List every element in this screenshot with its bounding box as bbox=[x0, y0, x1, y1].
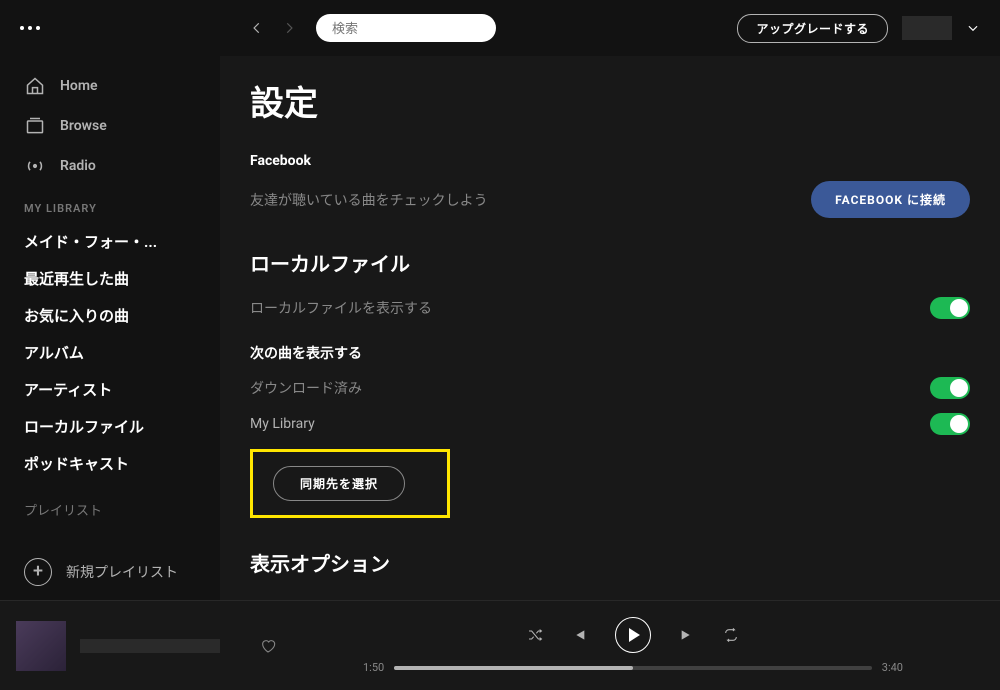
user-badge[interactable] bbox=[902, 16, 952, 40]
lib-local-files[interactable]: ローカルファイル bbox=[0, 408, 220, 445]
sidebar-item-label: Home bbox=[60, 78, 98, 94]
like-button[interactable] bbox=[260, 638, 276, 654]
lib-liked-songs[interactable]: お気に入りの曲 bbox=[0, 297, 220, 334]
play-icon bbox=[629, 628, 640, 642]
shuffle-icon[interactable] bbox=[527, 627, 543, 643]
plus-icon: + bbox=[24, 558, 52, 586]
settings-page: 設定 Facebook 友達が聴いている曲をチェックしよう FACEBOOK に… bbox=[220, 56, 1000, 600]
search-input[interactable] bbox=[316, 14, 496, 42]
album-art[interactable] bbox=[16, 621, 66, 671]
next-track-icon[interactable] bbox=[679, 627, 695, 643]
sidebar-item-label: Browse bbox=[60, 118, 107, 134]
sidebar-item-home[interactable]: Home bbox=[0, 66, 220, 106]
previous-track-icon[interactable] bbox=[571, 627, 587, 643]
downloaded-label: ダウンロード済み bbox=[250, 378, 362, 398]
sync-highlight: 同期先を選択 bbox=[250, 449, 450, 518]
lib-artists[interactable]: アーティスト bbox=[0, 371, 220, 408]
library-section-title: MY LIBRARY bbox=[0, 186, 220, 223]
track-title[interactable] bbox=[80, 639, 220, 653]
facebook-desc: 友達が聴いている曲をチェックしよう bbox=[250, 190, 488, 210]
sidebar-item-browse[interactable]: Browse bbox=[0, 106, 220, 146]
nav-back-icon[interactable] bbox=[250, 21, 264, 35]
show-local-files-toggle[interactable] bbox=[930, 297, 970, 319]
my-library-toggle[interactable] bbox=[930, 413, 970, 435]
browse-icon bbox=[24, 116, 46, 136]
elapsed-time: 1:50 bbox=[363, 661, 384, 674]
play-button[interactable] bbox=[615, 617, 651, 653]
upgrade-button[interactable]: アップグレードする bbox=[737, 14, 888, 43]
select-sync-target-button[interactable]: 同期先を選択 bbox=[273, 466, 405, 501]
playlist-section-title[interactable]: プレイリスト bbox=[0, 482, 220, 527]
lib-recently-played[interactable]: 最近再生した曲 bbox=[0, 260, 220, 297]
sidebar-item-label: Radio bbox=[60, 158, 96, 174]
local-files-heading: ローカルファイル bbox=[250, 248, 970, 277]
facebook-section-label: Facebook bbox=[250, 153, 970, 169]
seek-bar[interactable] bbox=[394, 666, 872, 670]
repeat-icon[interactable] bbox=[723, 627, 739, 643]
facebook-connect-button[interactable]: FACEBOOK に接続 bbox=[811, 181, 970, 218]
user-menu-chevron-icon[interactable] bbox=[966, 21, 980, 35]
downloaded-toggle[interactable] bbox=[930, 377, 970, 399]
nav-forward-icon[interactable] bbox=[282, 21, 296, 35]
home-icon bbox=[24, 76, 46, 96]
lib-albums[interactable]: アルバム bbox=[0, 334, 220, 371]
menu-dots-icon[interactable] bbox=[20, 26, 40, 30]
radio-icon bbox=[24, 156, 46, 176]
duration-time: 3:40 bbox=[882, 661, 903, 674]
sidebar-item-radio[interactable]: Radio bbox=[0, 146, 220, 186]
show-local-files-label: ローカルファイルを表示する bbox=[250, 298, 432, 318]
new-playlist-button[interactable]: + 新規プレイリスト bbox=[0, 544, 220, 600]
new-playlist-label: 新規プレイリスト bbox=[66, 562, 178, 582]
search-field[interactable] bbox=[332, 21, 508, 36]
show-songs-heading: 次の曲を表示する bbox=[250, 343, 970, 363]
lib-made-for-you[interactable]: メイド・フォー・... bbox=[0, 223, 220, 260]
display-options-heading: 表示オプション bbox=[250, 548, 970, 577]
page-title: 設定 bbox=[250, 76, 970, 125]
my-library-label: My Library bbox=[250, 416, 315, 432]
lib-podcasts[interactable]: ポッドキャスト bbox=[0, 445, 220, 482]
